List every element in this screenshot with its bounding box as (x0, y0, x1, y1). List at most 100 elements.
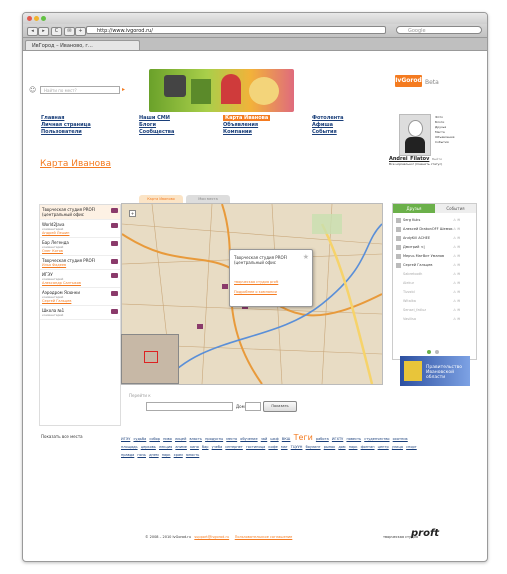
tag-link[interactable]: площадь (121, 445, 138, 449)
friend-action-icon[interactable]: ⚠ ✉ (453, 254, 460, 258)
friend-action-icon[interactable]: ⚠ ✉ (453, 299, 460, 303)
tag-link[interactable]: центр (378, 445, 389, 449)
forward-button[interactable]: ▸ (38, 27, 49, 36)
comment-icon[interactable] (111, 241, 118, 246)
tag-link[interactable]: ИГЭУ (121, 437, 130, 441)
friend-action-icon[interactable]: ⚠ ✉ (453, 245, 460, 249)
tag-link[interactable]: лицей (175, 437, 186, 441)
user-menu-events[interactable]: События (435, 140, 454, 145)
pager-dot-active[interactable] (427, 350, 431, 354)
friend-action-icon[interactable]: ⚠ ✉ (453, 218, 460, 222)
friend-item[interactable]: Sabretooth ⚠ ✉ (403, 272, 460, 276)
tag-link[interactable]: власть (189, 437, 201, 441)
friend-item[interactable]: Vasilisa ⚠ ✉ (403, 317, 460, 321)
header-banner[interactable] (149, 69, 294, 112)
tag-link[interactable]: учеба (212, 445, 223, 449)
friend-action-icon[interactable]: ⚠ ✉ (453, 317, 460, 321)
browser-search-input[interactable]: Google (396, 26, 482, 34)
tag-link[interactable]: ИГХТУ (332, 437, 343, 441)
friend-action-icon[interactable]: ⚠ ✉ (453, 263, 460, 267)
nav-ads[interactable]: Объявления (223, 122, 258, 128)
agreement-link[interactable]: Пользовательское соглашение (235, 535, 293, 539)
friend-item[interactable]: Witalka ⚠ ✉ (403, 299, 460, 303)
comment-icon[interactable] (111, 291, 118, 296)
list-item[interactable]: Аэродром Ясюнки комментарий Сергей Гальц… (40, 288, 120, 306)
friend-item[interactable]: Мерчь МатВит Уманов ⚠ ✉ (403, 254, 460, 258)
address-bar[interactable]: http://www.ivgorod.ru/ (86, 26, 386, 34)
place-author-link[interactable]: Александр Салтыков (42, 281, 118, 285)
friend-item[interactable]: Sensei_fatluz ⚠ ✉ (403, 308, 460, 312)
tag-link[interactable]: ТЦУУН (291, 445, 303, 449)
nav-personal-page[interactable]: Личная страница (41, 122, 91, 128)
list-item[interactable]: World2Java комментарий Андрей Лешин (40, 220, 120, 238)
tag-link[interactable]: обучение (240, 437, 257, 441)
add-bookmark-button[interactable]: + (75, 27, 86, 36)
friend-item[interactable]: Дмитрий <| ⚠ ✉ (403, 245, 460, 249)
show-button[interactable]: Показать (263, 401, 297, 412)
tag-link[interactable]: охотник (393, 437, 408, 441)
comment-icon[interactable] (111, 309, 118, 314)
favorite-star-icon[interactable]: ★ (303, 253, 309, 261)
tag-link[interactable]: собор (149, 437, 160, 441)
map-marker-icon[interactable] (222, 284, 228, 289)
popup-company-link[interactable]: творческая студия proft (234, 280, 278, 284)
tag-link[interactable]: Теги (294, 433, 313, 442)
mini-map-viewport[interactable] (144, 351, 158, 363)
avatar[interactable] (399, 114, 431, 156)
site-logo[interactable]: IvGorod (395, 75, 422, 87)
map-marker-icon[interactable] (197, 324, 203, 329)
tag-link[interactable]: церковь (141, 445, 156, 449)
tab-friends[interactable]: Друзья (393, 204, 435, 213)
tag-link[interactable]: судьба (133, 437, 146, 441)
friend-action-icon[interactable]: ⚠ ✉ (453, 308, 460, 312)
zoom-in-button[interactable]: + (129, 210, 136, 217)
comment-icon[interactable] (111, 223, 118, 228)
list-item[interactable]: Творческая студия PROFI Илья Фадеев (40, 256, 120, 270)
tag-link[interactable]: пиво (163, 437, 172, 441)
nav-media[interactable]: Наши СМИ (139, 115, 170, 121)
list-item[interactable]: Школа №1 комментарий (40, 306, 120, 320)
tag-link[interactable]: боулинг (306, 445, 321, 449)
tag-link[interactable]: улица (392, 445, 403, 449)
tag-link[interactable]: лекция (159, 445, 172, 449)
reload-button[interactable]: C (51, 27, 62, 36)
show-all-places-link[interactable]: Показать все места (41, 434, 83, 439)
support-email-link[interactable]: support@ivgorod.ru (194, 535, 229, 539)
comment-icon[interactable] (111, 208, 118, 213)
list-item[interactable]: Творческая студия PROFI (центральный офи… (40, 205, 120, 220)
tag-link[interactable]: фонтан (361, 445, 375, 449)
tag-link[interactable]: храм (174, 453, 183, 457)
address-input[interactable] (146, 402, 233, 411)
tag-link[interactable]: ВКШ (282, 437, 291, 441)
back-button[interactable]: ◂ (27, 27, 38, 36)
friend-action-icon[interactable]: ⚠ ✉ (453, 236, 460, 240)
tag-link[interactable]: место (226, 437, 237, 441)
place-author-link[interactable]: Андрей Лешин (42, 231, 118, 235)
place-author-link[interactable]: Сергей Гальцев (42, 299, 118, 303)
friend-item[interactable]: Tizzzbl ⚠ ✉ (403, 290, 460, 294)
tag-link[interactable]: дом (338, 445, 345, 449)
tag-link[interactable]: студенчество (364, 437, 389, 441)
tag-link[interactable]: ночь (137, 453, 146, 457)
tag-link[interactable]: днем (149, 453, 159, 457)
site-search-input[interactable]: Найти по мест? (40, 86, 120, 94)
zoom-window-icon[interactable] (41, 16, 46, 21)
nav-companies[interactable]: Компании (223, 129, 252, 135)
logout-link[interactable]: Выйти (432, 157, 442, 161)
nav-blogs[interactable]: Блоги (139, 122, 156, 128)
tag-link[interactable]: шкф (270, 437, 278, 441)
tag-link[interactable]: повесть (346, 437, 361, 441)
bookmarks-icon[interactable]: ✉ (64, 27, 75, 36)
list-item[interactable]: ИГЭУ комментарий Александр Салтыков (40, 270, 120, 288)
tag-link[interactable]: кино (190, 445, 199, 449)
tag-link[interactable]: парк (162, 453, 171, 457)
friend-action-icon[interactable]: ⚠ ✉ (453, 290, 460, 294)
comment-icon[interactable] (111, 259, 118, 264)
tag-link[interactable]: кофе (268, 445, 277, 449)
friend-item[interactable]: Serg Kuks ⚠ ✉ (403, 218, 460, 222)
tag-link[interactable]: спорт (406, 445, 417, 449)
profile-icon[interactable]: ☺ (29, 86, 36, 94)
pager-dot[interactable] (435, 350, 439, 354)
nav-home[interactable]: Главная (41, 115, 64, 121)
comment-icon[interactable] (111, 273, 118, 278)
